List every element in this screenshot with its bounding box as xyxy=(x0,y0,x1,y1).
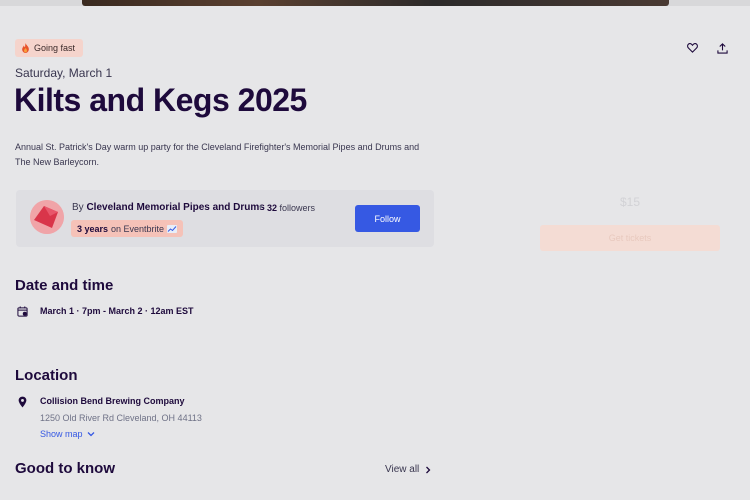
show-map-label: Show map xyxy=(40,429,83,439)
chevron-right-icon xyxy=(426,466,431,473)
followers-count: 32 xyxy=(267,203,278,213)
date-time-heading: Date and time xyxy=(15,277,114,294)
organizer-followers: 32 followers xyxy=(267,203,315,213)
hero-image xyxy=(82,0,669,6)
heart-icon xyxy=(686,43,698,53)
date-time-value: March 1 · 7pm - March 2 · 12am EST xyxy=(40,306,194,316)
organizer-tenure-badge: 3 years on Eventbrite xyxy=(71,220,184,237)
event-title: Kilts and Kegs 2025 xyxy=(14,82,307,118)
organizer-card: By Cleveland Memorial Pipes and Drums • … xyxy=(16,190,434,247)
organizer-name-line: By Cleveland Memorial Pipes and Drums xyxy=(72,202,265,213)
flame-icon xyxy=(22,43,29,53)
going-fast-badge: Going fast xyxy=(15,39,84,57)
show-map-link[interactable]: Show map xyxy=(40,429,95,439)
venue-address: 1250 Old River Rd Cleveland, OH 44113 xyxy=(40,413,202,423)
view-all-label: View all xyxy=(385,464,420,475)
calendar-icon xyxy=(17,306,28,317)
location-heading: Location xyxy=(15,367,78,384)
chevron-down-icon xyxy=(87,432,94,437)
good-to-know-heading: Good to know xyxy=(15,460,115,477)
share-button[interactable] xyxy=(713,39,731,57)
event-summary: Annual St. Patrick's Day warm up party f… xyxy=(15,142,420,167)
follow-button[interactable]: Follow xyxy=(355,205,420,232)
venue-name: Collision Bend Brewing Company xyxy=(40,396,185,406)
map-pin-icon xyxy=(18,396,27,408)
trending-icon xyxy=(167,224,178,233)
like-button[interactable] xyxy=(683,39,701,57)
organizer-logo xyxy=(30,200,64,234)
ticket-price: $15 xyxy=(620,195,641,209)
organizer-avatar[interactable] xyxy=(30,200,64,234)
badge-label: Going fast xyxy=(34,43,76,53)
share-icon xyxy=(716,42,728,54)
organizer-name[interactable]: Cleveland Memorial Pipes and Drums xyxy=(86,202,264,213)
followers-label: followers xyxy=(279,203,316,213)
organizer-by-prefix: By xyxy=(72,202,84,213)
tenure-years: 3 years xyxy=(77,223,109,234)
tenure-suffix: on Eventbrite xyxy=(111,223,165,234)
get-tickets-button[interactable]: Get tickets xyxy=(540,225,720,251)
separator-dot: • xyxy=(259,202,263,213)
event-date: Saturday, March 1 xyxy=(15,66,113,80)
view-all-link[interactable]: View all xyxy=(385,464,431,475)
